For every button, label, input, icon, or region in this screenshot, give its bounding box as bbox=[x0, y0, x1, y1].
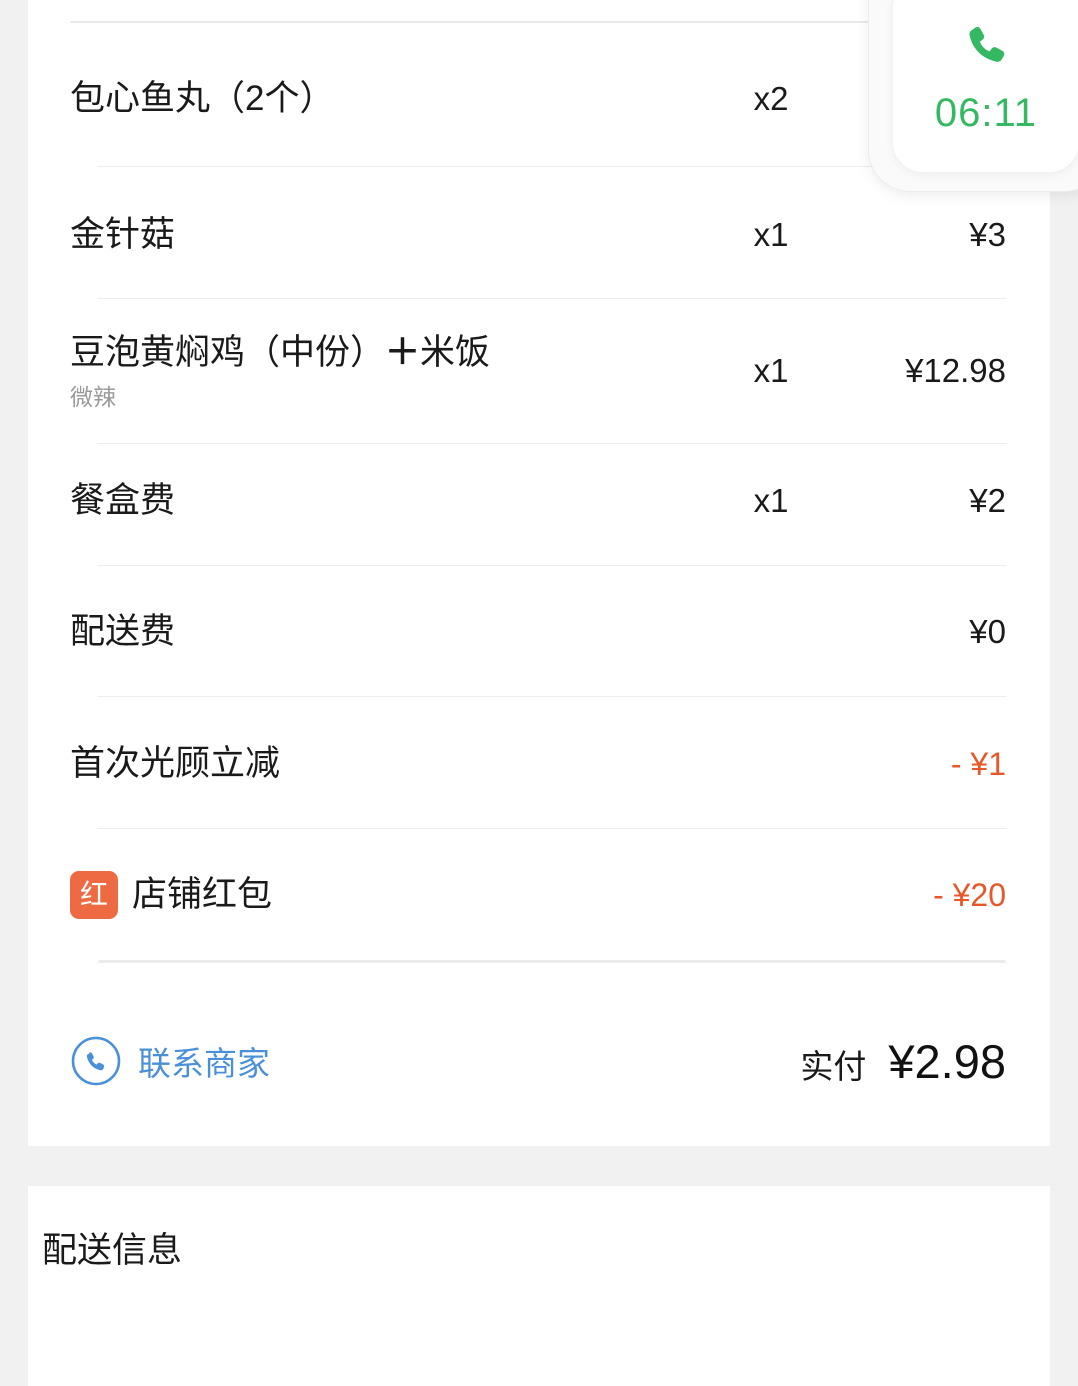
item-price: ¥3 bbox=[969, 216, 1006, 253]
item-price: ¥2 bbox=[969, 481, 1006, 519]
delivery-info-title: 配送信息 bbox=[42, 1231, 183, 1270]
summary-divider bbox=[98, 960, 1006, 963]
row-divider bbox=[98, 298, 1006, 299]
item-name: 豆泡黄焖鸡（中份）＋米饭 bbox=[70, 331, 711, 375]
discount-amount: - ¥1 bbox=[950, 745, 1006, 782]
row-divider bbox=[98, 565, 1006, 566]
row-divider bbox=[98, 696, 1006, 697]
call-timer: 06:11 bbox=[934, 91, 1038, 135]
discount-name: 首次光顾立减 bbox=[70, 744, 281, 784]
discount-amount: - ¥20 bbox=[933, 876, 1006, 913]
item-name-wrap: 包心鱼丸（2个） bbox=[70, 77, 711, 121]
row-divider bbox=[98, 443, 1006, 444]
item-quantity: x2 bbox=[753, 80, 789, 117]
item-name: 配送费 bbox=[70, 612, 176, 652]
item-name-extra: 米饭 bbox=[420, 332, 491, 372]
item-name-main: 豆泡黄焖鸡（中份） bbox=[70, 332, 386, 372]
phone-icon bbox=[955, 14, 1017, 81]
order-detail-page: 包心鱼丸（2个） x2 金针菇 x1 ¥3 豆泡黄焖鸡（中份）＋米饭 微辣 x1… bbox=[0, 0, 1078, 1386]
order-item-row[interactable]: 豆泡黄焖鸡（中份）＋米饭 微辣 x1 ¥12.98 bbox=[28, 308, 1050, 434]
total-amount: ¥2.98 bbox=[888, 1034, 1006, 1088]
item-price: ¥12.98 bbox=[905, 352, 1006, 389]
contact-merchant-label: 联系商家 bbox=[138, 1045, 270, 1082]
item-name: 包心鱼丸（2个） bbox=[70, 79, 335, 119]
contact-merchant-button[interactable]: 联系商家 bbox=[70, 1035, 270, 1087]
item-quantity: x1 bbox=[753, 216, 789, 253]
item-name-wrap: 豆泡黄焖鸡（中份）＋米饭 微辣 bbox=[70, 331, 711, 411]
discount-name-wrap: 红 店铺红包 bbox=[70, 871, 831, 919]
item-name-wrap: 餐盒费 bbox=[70, 479, 711, 523]
delivery-info-card bbox=[28, 1186, 1050, 1386]
discount-row[interactable]: 首次光顾立减 - ¥1 bbox=[28, 710, 1050, 818]
item-name: 金针菇 bbox=[70, 215, 176, 255]
order-item-row[interactable]: 配送费 ¥0 bbox=[28, 578, 1050, 686]
item-name-wrap: 金针菇 bbox=[70, 213, 711, 257]
floating-call-widget[interactable]: 06:11 bbox=[893, 0, 1078, 172]
item-quantity: x1 bbox=[753, 352, 789, 389]
order-item-row[interactable]: 餐盒费 x1 ¥2 bbox=[28, 447, 1050, 554]
discount-name-wrap: 首次光顾立减 bbox=[70, 742, 831, 786]
red-packet-badge: 红 bbox=[70, 871, 118, 919]
order-summary-footer: 联系商家 实付 ¥2.98 bbox=[28, 1000, 1050, 1122]
total-amount-group: 实付 ¥2.98 bbox=[800, 1034, 1006, 1089]
item-quantity: x1 bbox=[753, 481, 789, 519]
row-divider bbox=[98, 166, 1006, 167]
phone-circle-icon bbox=[70, 1035, 122, 1087]
plus-icon: ＋ bbox=[385, 332, 421, 372]
item-spec: 微辣 bbox=[70, 383, 116, 410]
item-price: ¥0 bbox=[969, 613, 1006, 650]
item-name-wrap: 配送费 bbox=[70, 610, 711, 654]
order-item-row[interactable]: 金针菇 x1 ¥3 bbox=[28, 180, 1050, 290]
item-name: 餐盒费 bbox=[70, 480, 176, 520]
discount-row[interactable]: 红 店铺红包 - ¥20 bbox=[28, 841, 1050, 949]
total-label: 实付 bbox=[800, 1047, 867, 1085]
row-divider bbox=[98, 828, 1006, 829]
discount-name: 店铺红包 bbox=[132, 875, 273, 915]
